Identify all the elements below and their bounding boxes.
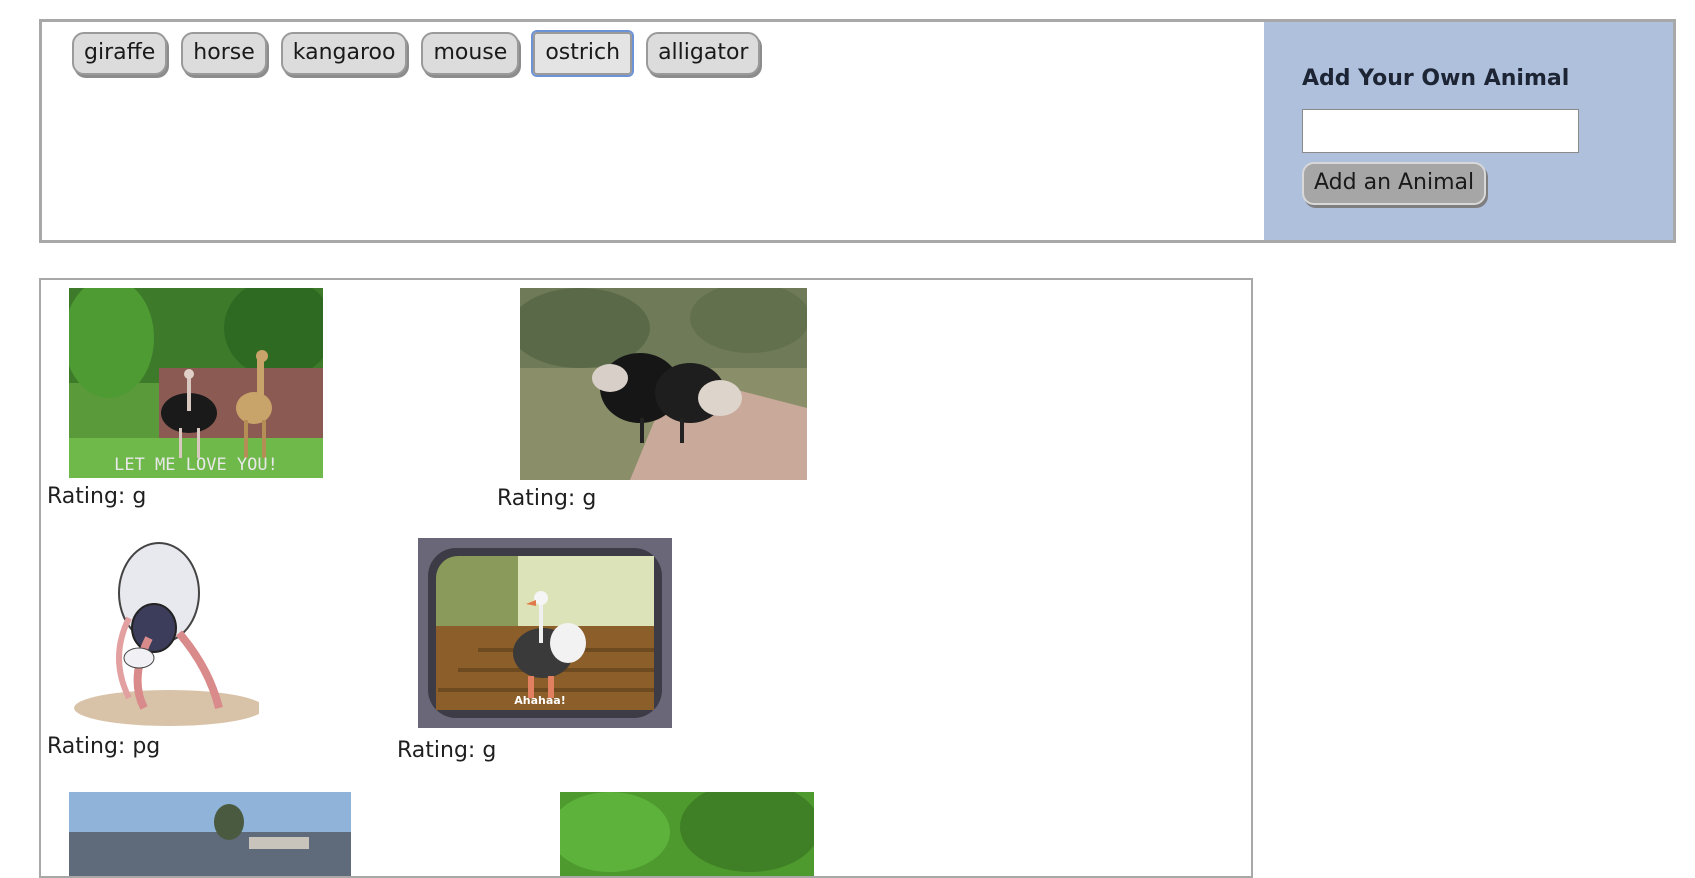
animal-button-kangaroo[interactable]: kangaroo xyxy=(280,32,408,75)
gif-caption: Ahahaa! xyxy=(514,694,565,707)
add-animal-heading: Add Your Own Animal xyxy=(1302,66,1570,91)
gif-rating: Rating: g xyxy=(397,738,497,763)
gif-image[interactable] xyxy=(69,538,259,726)
add-animal-input[interactable] xyxy=(1302,109,1579,153)
animal-button-ostrich[interactable]: ostrich xyxy=(531,30,635,77)
animal-button-mouse[interactable]: mouse xyxy=(421,32,520,75)
gif-results-panel: LET ME LOVE YOU! Rating: g Rating: g Rat… xyxy=(39,278,1253,878)
gif-image[interactable] xyxy=(560,792,814,876)
gif-rating: Rating: pg xyxy=(47,734,161,759)
gif-rating: Rating: g xyxy=(47,484,147,509)
animal-buttons-panel: giraffe horse kangaroo mouse ostrich all… xyxy=(39,19,1676,243)
animal-buttons-row: giraffe horse kangaroo mouse ostrich all… xyxy=(72,30,761,77)
gif-image[interactable] xyxy=(69,792,351,876)
animal-button-giraffe[interactable]: giraffe xyxy=(72,32,168,75)
add-animal-button[interactable]: Add an Animal xyxy=(1302,162,1487,205)
gif-image[interactable]: Ahahaa! xyxy=(418,538,672,728)
gif-image[interactable] xyxy=(520,288,807,480)
add-animal-form: Add Your Own Animal Add an Animal xyxy=(1264,22,1673,240)
gif-rating: Rating: g xyxy=(497,486,597,511)
animal-button-alligator[interactable]: alligator xyxy=(646,32,761,75)
gif-image[interactable]: LET ME LOVE YOU! xyxy=(69,288,323,478)
gif-caption: LET ME LOVE YOU! xyxy=(114,455,278,475)
animal-button-horse[interactable]: horse xyxy=(181,32,267,75)
